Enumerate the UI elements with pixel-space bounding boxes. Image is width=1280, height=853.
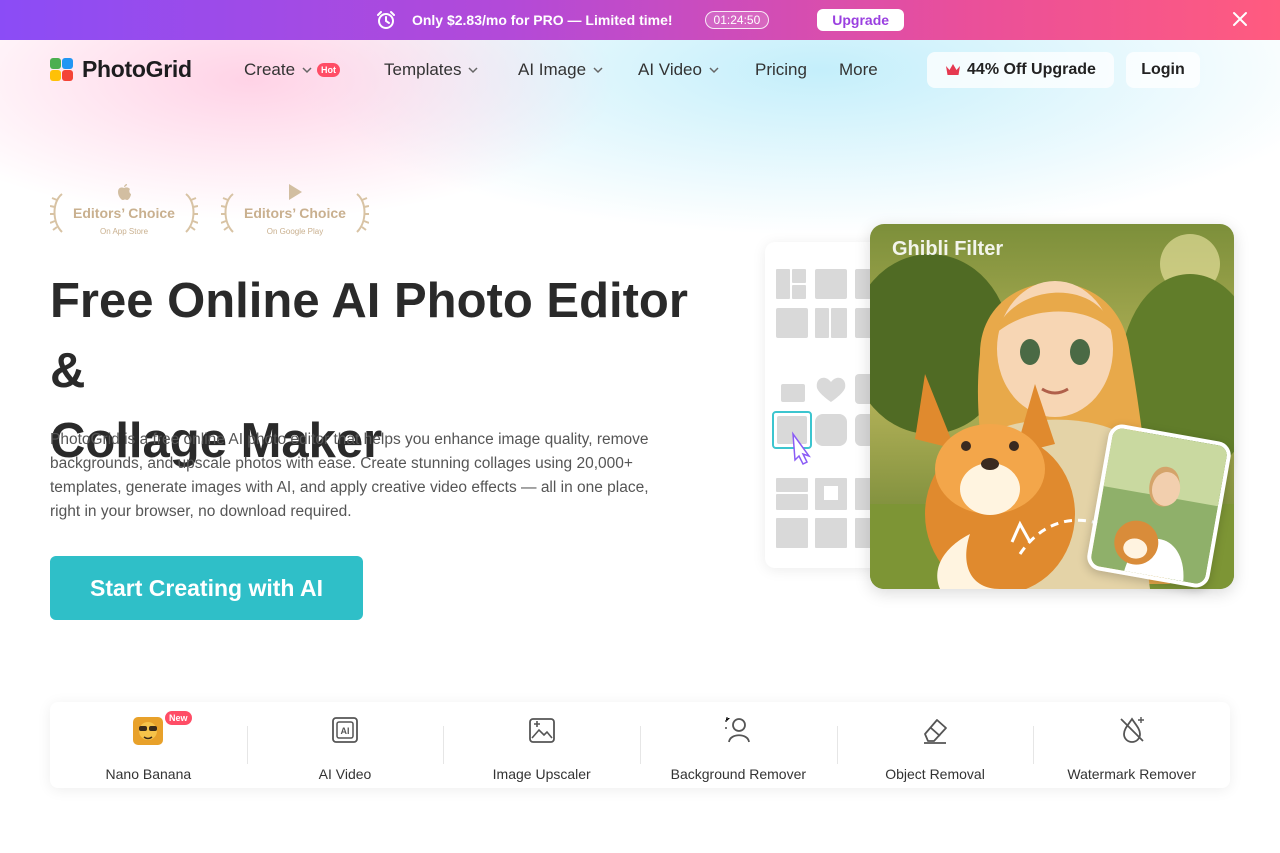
promo-text: Only $2.83/mo for PRO — Limited time!: [411, 12, 673, 28]
tool-label: Nano Banana: [105, 766, 192, 782]
chevron-down-icon: [709, 67, 719, 74]
nav-item-templates[interactable]: Templates: [384, 60, 479, 80]
nav-item-more[interactable]: More: [839, 60, 878, 80]
ghibli-filter-label: Ghibli Filter: [892, 238, 1004, 260]
chevron-down-icon: [468, 67, 479, 74]
tool-watermark-remover[interactable]: Watermark Remover: [1033, 702, 1230, 788]
tool-label: AI Video: [318, 766, 372, 782]
eraser-icon: [924, 719, 947, 744]
alarm-clock-icon: [376, 11, 395, 29]
chevron-down-icon: [302, 67, 312, 74]
brand-logo[interactable]: PhotoGrid: [50, 56, 192, 83]
image-upscale-icon: [528, 718, 555, 743]
tools-bar: New Nano Banana AI AI Video Image Upscal…: [50, 702, 1230, 788]
new-badge: New: [165, 711, 192, 725]
hot-badge: Hot: [317, 63, 341, 77]
nav-item-ai-image[interactable]: AI Image: [518, 60, 604, 80]
nav-label: More: [839, 60, 878, 79]
tool-label: Image Upscaler: [492, 766, 591, 782]
nav-label: AI Image: [518, 60, 587, 79]
award-subtitle: On Google Play: [266, 227, 324, 236]
promo-upgrade-button[interactable]: Upgrade: [817, 9, 905, 31]
google-play-icon: [289, 184, 302, 200]
nav-item-create[interactable]: Create Hot: [244, 60, 341, 80]
nav-label: AI Video: [638, 60, 702, 79]
nav-label: Create: [244, 60, 296, 79]
original-photo-thumbnail: [1085, 422, 1233, 590]
close-icon[interactable]: [1230, 9, 1250, 29]
top-navigation: PhotoGrid Create Hot Templates AI Image …: [0, 40, 1280, 100]
hero-description: PhotoGrid is a free online AI photo edit…: [50, 431, 649, 520]
title-line-1: Free Online AI Photo Editor &: [50, 274, 688, 398]
svg-text:AI: AI: [341, 726, 350, 736]
award-subtitle: On App Store: [99, 227, 149, 236]
nav-item-ai-video[interactable]: AI Video: [638, 60, 720, 80]
nav-label: Pricing: [755, 60, 807, 79]
tool-nano-banana[interactable]: New Nano Banana: [50, 702, 247, 788]
background-remove-icon: [725, 717, 751, 743]
discount-upgrade-button[interactable]: 44% Off Upgrade: [927, 52, 1114, 88]
award-title: Editors’ Choice: [73, 205, 175, 221]
ai-video-icon: AI: [332, 717, 358, 743]
apple-icon: [118, 184, 131, 200]
watermark-remove-icon: [1120, 717, 1144, 743]
tool-object-removal[interactable]: Object Removal: [836, 702, 1034, 788]
crown-icon: [946, 64, 961, 75]
tool-image-upscaler[interactable]: Image Upscaler: [443, 702, 640, 788]
award-app-store: Editors’ Choice On App Store: [50, 182, 198, 240]
chevron-down-icon: [593, 67, 603, 74]
tool-background-remover[interactable]: Background Remover: [640, 702, 837, 788]
tool-label: Watermark Remover: [1067, 766, 1196, 782]
award-google-play: Editors’ Choice On Google Play: [221, 182, 369, 240]
award-title: Editors’ Choice: [244, 205, 346, 221]
nav-label: Templates: [384, 60, 462, 79]
tool-label: Background Remover: [670, 766, 807, 782]
laurel-icon: [185, 193, 198, 233]
tool-ai-video[interactable]: AI AI Video: [246, 702, 444, 788]
promo-bar: Only $2.83/mo for PRO — Limited time! 01…: [0, 0, 1280, 40]
tool-label: Object Removal: [885, 766, 985, 782]
login-button[interactable]: Login: [1126, 52, 1200, 88]
banana-icon: [133, 717, 164, 745]
start-creating-button[interactable]: Start Creating with AI: [50, 556, 363, 620]
nav-item-pricing[interactable]: Pricing: [755, 60, 807, 80]
brand-name: PhotoGrid: [82, 56, 192, 82]
countdown-timer: 01:24:50: [704, 11, 770, 29]
discount-upgrade-label: 44% Off Upgrade: [967, 61, 1096, 78]
laurel-icon: [356, 193, 369, 233]
photogrid-logo-icon: [50, 57, 74, 82]
